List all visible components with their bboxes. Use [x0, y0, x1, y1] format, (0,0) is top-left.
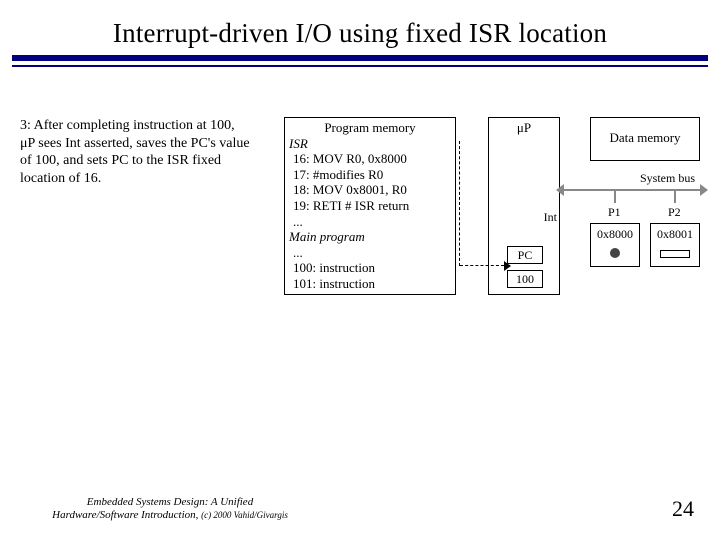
divider-thick: [12, 55, 708, 61]
ellipsis-1: ...: [289, 214, 451, 230]
bus-line: [562, 189, 702, 191]
port2-address: 0x8001: [651, 227, 699, 242]
pc-register-label: PC: [507, 246, 543, 264]
footer-line2: Hardware/Software Introduction,: [52, 509, 201, 521]
isr-section-label: ISR: [289, 136, 308, 151]
isr-line-16: 16: MOV R0, 0x8000: [289, 151, 451, 167]
slide-title: Interrupt-driven I/O using fixed ISR loc…: [0, 0, 720, 55]
isr-line-18: 18: MOV 0x8001, R0: [289, 182, 451, 198]
program-memory-box: Program memory ISR 16: MOV R0, 0x8000 17…: [284, 117, 456, 295]
arrow-dashed-vertical: [459, 141, 460, 266]
page-number: 24: [672, 496, 694, 522]
pc-register-value: 100: [507, 270, 543, 288]
isr-line-19: 19: RETI # ISR return: [289, 198, 451, 214]
isr-line-17: 17: #modifies R0: [289, 167, 451, 183]
footer-copyright: (c) 2000 Vahid/Givargis: [201, 510, 288, 520]
ellipsis-2: ...: [289, 245, 451, 261]
footer-line1: Embedded Systems Design: A Unified: [87, 496, 253, 508]
data-memory-box: Data memory: [590, 117, 700, 161]
step-explanation: 3: After completing instruction at 100, …: [20, 117, 250, 187]
main-line-100: 100: instruction: [289, 260, 451, 276]
microprocessor-box: μP Int PC 100: [488, 117, 560, 295]
port2-box: 0x8001: [650, 223, 700, 267]
bus-arrow-right-icon: [700, 184, 708, 196]
footer-citation: Embedded Systems Design: A Unified Hardw…: [20, 496, 320, 522]
main-program-label: Main program: [289, 229, 365, 244]
microprocessor-label: μP: [489, 118, 559, 136]
bus-connector-p1: [614, 189, 616, 203]
system-bus-label: System bus: [640, 171, 695, 186]
slide-content: 3: After completing instruction at 100, …: [0, 67, 720, 427]
interrupt-pin-label: Int: [544, 210, 557, 225]
bus-connector-p2: [674, 189, 676, 203]
program-memory-header: Program memory: [289, 120, 451, 136]
port1-data-icon: [610, 248, 620, 258]
port1-address: 0x8000: [591, 227, 639, 242]
port2-register-icon: [660, 250, 690, 258]
port2-label: P2: [668, 205, 681, 220]
port1-label: P1: [608, 205, 621, 220]
main-line-101: 101: instruction: [289, 276, 451, 292]
port1-box: 0x8000: [590, 223, 640, 267]
